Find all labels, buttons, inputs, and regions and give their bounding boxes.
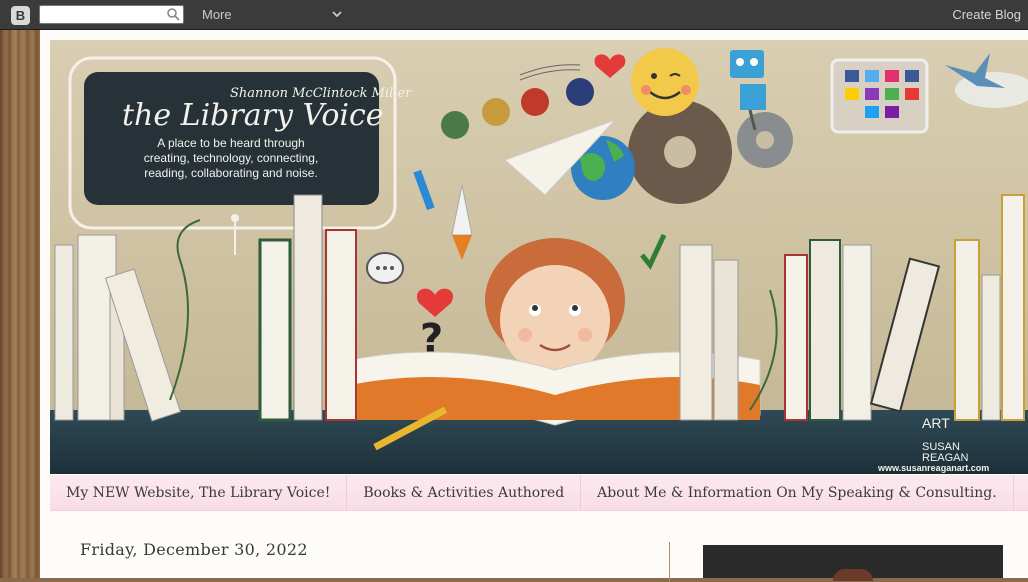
tablet-icon bbox=[830, 58, 929, 134]
blogger-logo-icon[interactable]: B bbox=[11, 6, 30, 25]
more-menu-button[interactable]: More bbox=[202, 7, 232, 22]
sidebar-profile-photo[interactable] bbox=[703, 545, 1003, 581]
art-credit-line-1: ART bbox=[922, 415, 950, 431]
tagline-line-1: A place to be heard through bbox=[157, 136, 304, 150]
chevron-down-icon[interactable] bbox=[331, 8, 343, 20]
tagline-line-2: creating, technology, connecting, bbox=[144, 151, 319, 165]
profile-photo-head bbox=[833, 569, 873, 581]
header-illustration: ? Shannon McClintock Miller the Library … bbox=[50, 40, 1028, 474]
tab-books-activities[interactable]: Books & Activities Authored bbox=[347, 475, 582, 510]
art-credit-url: www.susanreaganart.com bbox=[877, 463, 989, 473]
smiley-face-icon bbox=[631, 48, 699, 116]
page-content: ? Shannon McClintock Miller the Library … bbox=[40, 30, 1028, 582]
tagline-line-3: reading, collaborating and noise. bbox=[144, 166, 317, 180]
column-divider bbox=[669, 542, 670, 582]
blog-search-input[interactable] bbox=[39, 5, 184, 24]
post-date: Friday, December 30, 2022 bbox=[80, 540, 308, 559]
create-blog-link[interactable]: Create Blog bbox=[952, 7, 1021, 22]
page-tabs: My NEW Website, The Library Voice! Books… bbox=[50, 475, 1028, 511]
header-banner-image[interactable]: ? Shannon McClintock Miller the Library … bbox=[50, 40, 1028, 474]
tab-new-website[interactable]: My NEW Website, The Library Voice! bbox=[50, 475, 348, 510]
search-icon[interactable] bbox=[166, 7, 181, 22]
blogger-navbar: B More Create Blog bbox=[0, 0, 1028, 30]
tab-about-me[interactable]: About Me & Information On My Speaking & … bbox=[581, 475, 1014, 510]
wood-background-left bbox=[0, 30, 40, 578]
blog-title: the Library Voice bbox=[122, 98, 384, 133]
